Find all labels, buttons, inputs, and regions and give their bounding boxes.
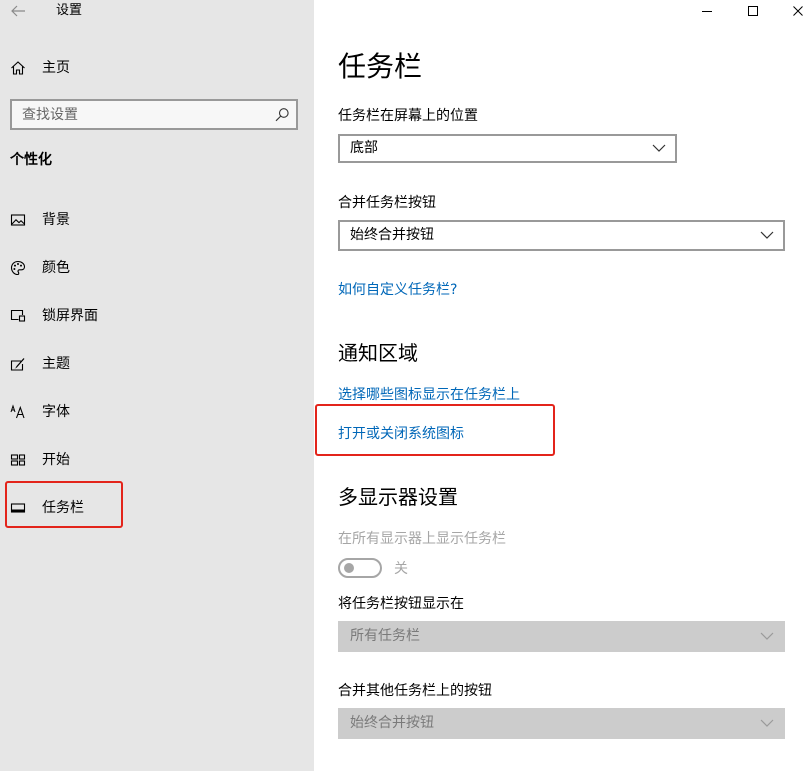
picture-icon <box>10 212 26 228</box>
sidebar-item-label: 颜色 <box>42 260 70 276</box>
sidebar-item-background[interactable]: 背景 <box>0 196 314 244</box>
dropdown-value: 始终合并按钮 <box>350 227 434 243</box>
combine-other-buttons-label: 合并其他任务栏上的按钮 <box>338 683 492 699</box>
sidebar-item-colors[interactable]: 颜色 <box>0 244 314 292</box>
maximize-icon <box>748 6 758 16</box>
combine-buttons-dropdown[interactable]: 始终合并按钮 <box>338 220 785 251</box>
page-title: 任务栏 <box>338 50 423 83</box>
minimize-button[interactable] <box>684 0 730 26</box>
show-on-all-displays-toggle[interactable] <box>338 558 382 578</box>
back-arrow-icon <box>10 3 26 19</box>
sidebar-item-themes[interactable]: 主题 <box>0 340 314 388</box>
sidebar-item-label: 主页 <box>42 60 70 76</box>
search-icon[interactable] <box>274 107 290 123</box>
dropdown-value: 所有任务栏 <box>350 628 420 644</box>
section-title: 个性化 <box>10 152 52 168</box>
dropdown-value: 始终合并按钮 <box>350 715 434 731</box>
close-icon <box>793 6 803 16</box>
taskbar-position-dropdown[interactable]: 底部 <box>338 134 677 163</box>
search-input[interactable] <box>12 101 272 128</box>
sidebar-item-lockscreen[interactable]: 锁屏界面 <box>0 292 314 340</box>
select-taskbar-icons-link[interactable]: 选择哪些图标显示在任务栏上 <box>338 385 520 405</box>
theme-icon <box>10 356 26 372</box>
start-icon <box>10 452 26 468</box>
font-icon <box>10 404 26 420</box>
toggle-knob <box>344 563 354 573</box>
sidebar-item-label: 开始 <box>42 452 70 468</box>
chevron-down-icon <box>760 719 774 727</box>
back-button[interactable] <box>0 0 40 24</box>
multi-display-heading: 多显示器设置 <box>338 485 458 509</box>
show-on-all-displays-label: 在所有显示器上显示任务栏 <box>338 531 506 547</box>
dropdown-value: 底部 <box>350 140 378 156</box>
palette-icon <box>10 260 26 276</box>
window-title: 设置 <box>56 3 83 18</box>
combine-other-buttons-dropdown[interactable]: 始终合并按钮 <box>338 708 785 739</box>
taskbar-icon <box>10 500 26 516</box>
system-icons-toggle-link[interactable]: 打开或关闭系统图标 <box>338 424 464 444</box>
chevron-down-icon <box>760 632 774 640</box>
search-box[interactable] <box>10 99 298 130</box>
show-buttons-on-dropdown[interactable]: 所有任务栏 <box>338 621 785 652</box>
chevron-down-icon <box>652 144 666 152</box>
sidebar: 设置 主页 个性化 背景 颜色 锁屏界面 主题 <box>0 0 314 771</box>
sidebar-item-taskbar[interactable]: 任务栏 <box>0 484 314 532</box>
notification-area-heading: 通知区域 <box>338 341 418 365</box>
sidebar-item-label: 任务栏 <box>42 500 84 516</box>
close-button[interactable] <box>776 0 811 26</box>
main-content: 任务栏 任务栏在屏幕上的位置 底部 合并任务栏按钮 始终合并按钮 如何自定义任务… <box>314 0 811 771</box>
sidebar-item-label: 字体 <box>42 404 70 420</box>
lockscreen-icon <box>10 308 26 324</box>
toggle-state-label: 关 <box>394 561 408 577</box>
minimize-icon <box>702 6 712 16</box>
chevron-down-icon <box>760 231 774 239</box>
sidebar-item-home[interactable]: 主页 <box>0 44 314 92</box>
taskbar-position-label: 任务栏在屏幕上的位置 <box>338 108 478 124</box>
sidebar-item-label: 锁屏界面 <box>42 308 98 324</box>
sidebar-item-label: 主题 <box>42 356 70 372</box>
show-buttons-on-label: 将任务栏按钮显示在 <box>338 596 464 612</box>
home-icon <box>10 60 26 76</box>
customize-taskbar-link[interactable]: 如何自定义任务栏? <box>338 280 457 300</box>
maximize-button[interactable] <box>730 0 776 26</box>
sidebar-item-start[interactable]: 开始 <box>0 436 314 484</box>
sidebar-item-label: 背景 <box>42 212 70 228</box>
sidebar-item-fonts[interactable]: 字体 <box>0 388 314 436</box>
combine-buttons-label: 合并任务栏按钮 <box>338 195 436 211</box>
